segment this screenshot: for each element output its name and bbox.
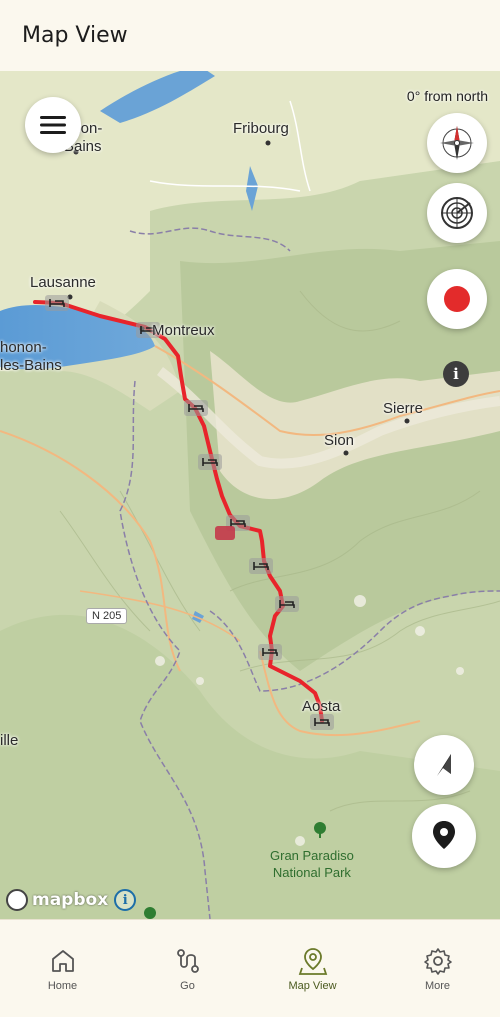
radar-button[interactable] bbox=[427, 183, 487, 243]
label-park: Gran Paradiso National Park bbox=[270, 848, 354, 880]
mapbox-logo-text: mapbox bbox=[32, 890, 109, 910]
navigation-arrow-icon bbox=[437, 754, 451, 776]
label-sion: Sion bbox=[324, 432, 355, 449]
map-pin-icon bbox=[298, 948, 327, 975]
mapbox-logo: mapbox bbox=[6, 889, 108, 911]
menu-button[interactable] bbox=[25, 97, 81, 153]
map-canvas[interactable]: 0° from north Fribourg Lausanne Montreux… bbox=[0, 71, 500, 919]
label-aosta: Aosta bbox=[302, 698, 341, 715]
app-header: Map View bbox=[0, 0, 500, 71]
label-fribourg: Fribourg bbox=[233, 120, 289, 137]
compass-icon bbox=[440, 126, 474, 160]
terrain-map bbox=[0, 71, 500, 919]
nav-home[interactable]: Home bbox=[23, 946, 103, 992]
page-title: Map View bbox=[22, 23, 128, 48]
road-shield-n205: N 205 bbox=[86, 608, 128, 624]
info-button[interactable]: i bbox=[443, 361, 469, 387]
route-icon bbox=[176, 949, 199, 973]
label-ville: ille bbox=[0, 732, 19, 749]
record-button[interactable] bbox=[427, 269, 487, 329]
nav-go-label: Go bbox=[180, 980, 195, 992]
my-location-button[interactable] bbox=[412, 804, 476, 868]
navigate-button[interactable] bbox=[414, 735, 474, 795]
menu-icon bbox=[40, 116, 66, 134]
label-sierre: Sierre bbox=[383, 400, 424, 417]
nav-more[interactable]: More bbox=[398, 946, 478, 992]
mapbox-logo-icon bbox=[6, 889, 28, 911]
nav-home-label: Home bbox=[47, 980, 78, 992]
label-thonon: honon- les-Bains bbox=[0, 339, 62, 374]
map-attribution: mapbox i bbox=[6, 889, 137, 911]
compass-button[interactable] bbox=[427, 113, 487, 173]
radar-icon bbox=[441, 197, 473, 229]
home-icon bbox=[51, 950, 74, 972]
nav-map-view-label: Map View bbox=[288, 980, 337, 992]
nav-go[interactable]: Go bbox=[148, 946, 228, 992]
location-pin-icon bbox=[433, 821, 455, 849]
label-lausanne: Lausanne bbox=[30, 274, 96, 291]
bottom-navigation: Home Go Map View More bbox=[0, 919, 500, 1017]
nav-more-label: More bbox=[424, 980, 451, 992]
label-montreux: Montreux bbox=[152, 322, 215, 339]
nav-map-view[interactable]: Map View bbox=[273, 946, 353, 992]
gear-icon bbox=[423, 948, 452, 975]
attribution-info-button[interactable]: i bbox=[114, 889, 137, 911]
record-icon bbox=[444, 286, 470, 312]
heading-readout: 0° from north bbox=[406, 88, 488, 104]
